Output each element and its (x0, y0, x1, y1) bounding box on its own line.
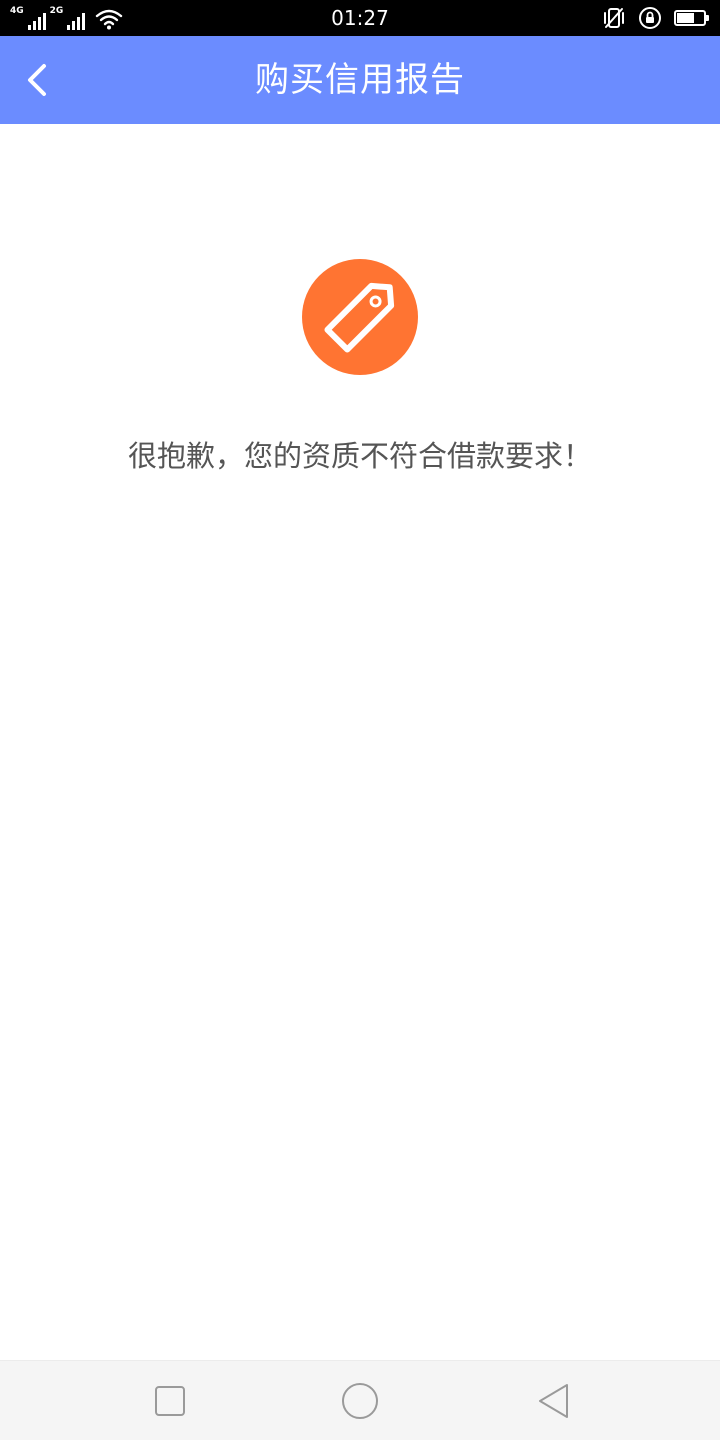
home-button[interactable] (340, 1381, 380, 1421)
screen: 4G 2G 01:27 购买信用报告 很抱歉，您的资质不符合借款要求！ (0, 0, 720, 1440)
header: 购买信用报告 (0, 36, 720, 124)
price-tag-icon (324, 282, 395, 353)
vibrate-icon (604, 8, 624, 28)
system-back-button[interactable] (534, 1381, 574, 1421)
error-message: 很抱歉，您的资质不符合借款要求！ (127, 439, 592, 473)
battery-level (677, 13, 694, 23)
status-icons (602, 7, 709, 29)
tag-badge (302, 259, 418, 375)
recent-apps-icon (155, 1386, 185, 1416)
home-icon (342, 1383, 378, 1419)
recent-apps-button[interactable] (150, 1381, 190, 1421)
battery-icon (674, 10, 709, 26)
navigation-bar (0, 1360, 720, 1440)
status-bar: 4G 2G 01:27 (0, 0, 720, 36)
page-title: 购买信用报告 (255, 60, 465, 100)
rotation-lock-icon (639, 7, 661, 29)
back-icon (539, 1384, 568, 1418)
